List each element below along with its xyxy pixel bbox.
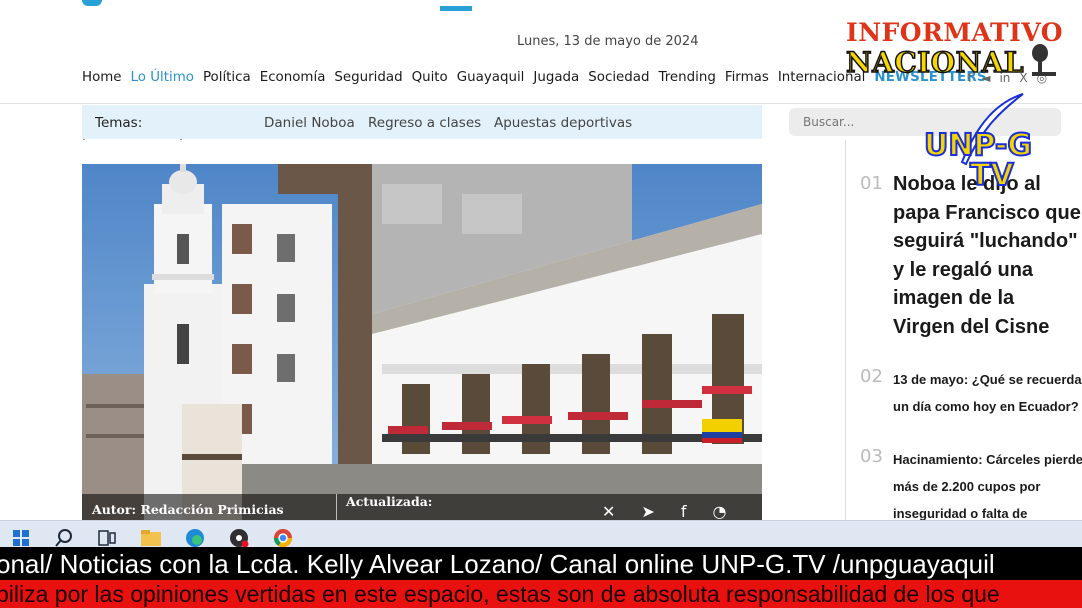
news-ticker-disclaimer: biliza por las opiniones vertidas en est…: [0, 580, 1082, 608]
temas-label: Temas:: [95, 115, 143, 131]
brand-title-bottom: NACIONAL: [845, 45, 1025, 80]
nav-item-seguridad[interactable]: Seguridad: [334, 70, 402, 88]
site-logo-fragment[interactable]: [82, 0, 102, 6]
nav-item-firmas[interactable]: Firmas: [725, 70, 769, 88]
photo-caption-bar: Autor: Redacción Primicias Actualizada: …: [82, 494, 762, 520]
share-telegram-icon[interactable]: ➤: [641, 502, 654, 520]
file-explorer-icon[interactable]: [140, 527, 162, 549]
channel-name-bottom: TV: [969, 157, 1015, 194]
article-photo[interactable]: Autor: Redacción Primicias Actualizada: …: [82, 164, 762, 520]
unpg-tv-logo: UNP-G TV: [922, 92, 1044, 196]
edge-icon[interactable]: [184, 527, 206, 549]
tema-link-daniel-noboa[interactable]: Daniel Noboa: [264, 115, 355, 131]
news-ticker-primary: onal/ Noticias con la Lcda. Kelly Alvear…: [0, 547, 1082, 580]
microphone-icon: [1032, 44, 1056, 76]
story-rank: 03: [860, 446, 883, 467]
header-accent-line: [440, 6, 472, 11]
nav-item-economia[interactable]: Economía: [260, 70, 326, 88]
nav-item-trending[interactable]: Trending: [659, 70, 716, 88]
story-rank: 01: [860, 173, 883, 194]
header-date: Lunes, 13 de mayo de 2024: [517, 34, 699, 49]
article-author: Autor: Redacción Primicias: [92, 502, 284, 517]
temas-bar: Temas: Daniel Noboa Regreso a clases Apu…: [82, 105, 762, 139]
share-facebook-icon[interactable]: f: [681, 502, 687, 520]
share-icons: ✕ ➤ f ◔: [602, 502, 726, 520]
nav-item-politica[interactable]: Política: [203, 70, 251, 88]
nav-item-guayaquil[interactable]: Guayaquil: [457, 70, 525, 88]
nav-item-sociedad[interactable]: Sociedad: [588, 70, 649, 88]
article-updated: Actualizada:: [346, 494, 433, 509]
windows-icon[interactable]: [10, 527, 32, 549]
share-x-icon[interactable]: ✕: [602, 502, 615, 520]
header-divider: [0, 103, 1082, 104]
sidebar-story-link[interactable]: Hacinamiento: Cárceles pierden más de 2.…: [893, 446, 1082, 527]
ticker-text-primary: onal/ Noticias con la Lcda. Kelly Alvear…: [0, 549, 995, 579]
nav-item-home[interactable]: Home: [82, 70, 122, 88]
street-scene-illustration: [82, 164, 762, 520]
nav-item-lo-ultimo[interactable]: Lo Último: [131, 70, 194, 88]
task-view-icon[interactable]: [96, 527, 118, 549]
ticker-text-disclaimer: biliza por las opiniones vertidas en est…: [0, 581, 1000, 607]
obs-icon[interactable]: [228, 527, 250, 549]
story-rank: 02: [860, 366, 883, 387]
tema-link-regreso-a-clases[interactable]: Regreso a clases: [368, 115, 481, 131]
chrome-icon[interactable]: [272, 527, 294, 549]
nav-item-quito[interactable]: Quito: [412, 70, 448, 88]
caption-divider: [336, 494, 337, 520]
brand-title-top: INFORMATIVO: [846, 18, 1064, 47]
nav-item-jugada[interactable]: Jugada: [533, 70, 579, 88]
search-icon[interactable]: [53, 527, 75, 549]
informativo-nacional-logo: INFORMATIVO NACIONAL: [845, 18, 1064, 80]
share-whatsapp-icon[interactable]: ◔: [712, 502, 726, 520]
tema-link-apuestas-deportivas[interactable]: Apuestas deportivas: [494, 115, 632, 131]
sidebar-story-link[interactable]: 13 de mayo: ¿Qué se recuerda un día como…: [893, 366, 1082, 420]
sidebar-divider: [845, 140, 846, 520]
